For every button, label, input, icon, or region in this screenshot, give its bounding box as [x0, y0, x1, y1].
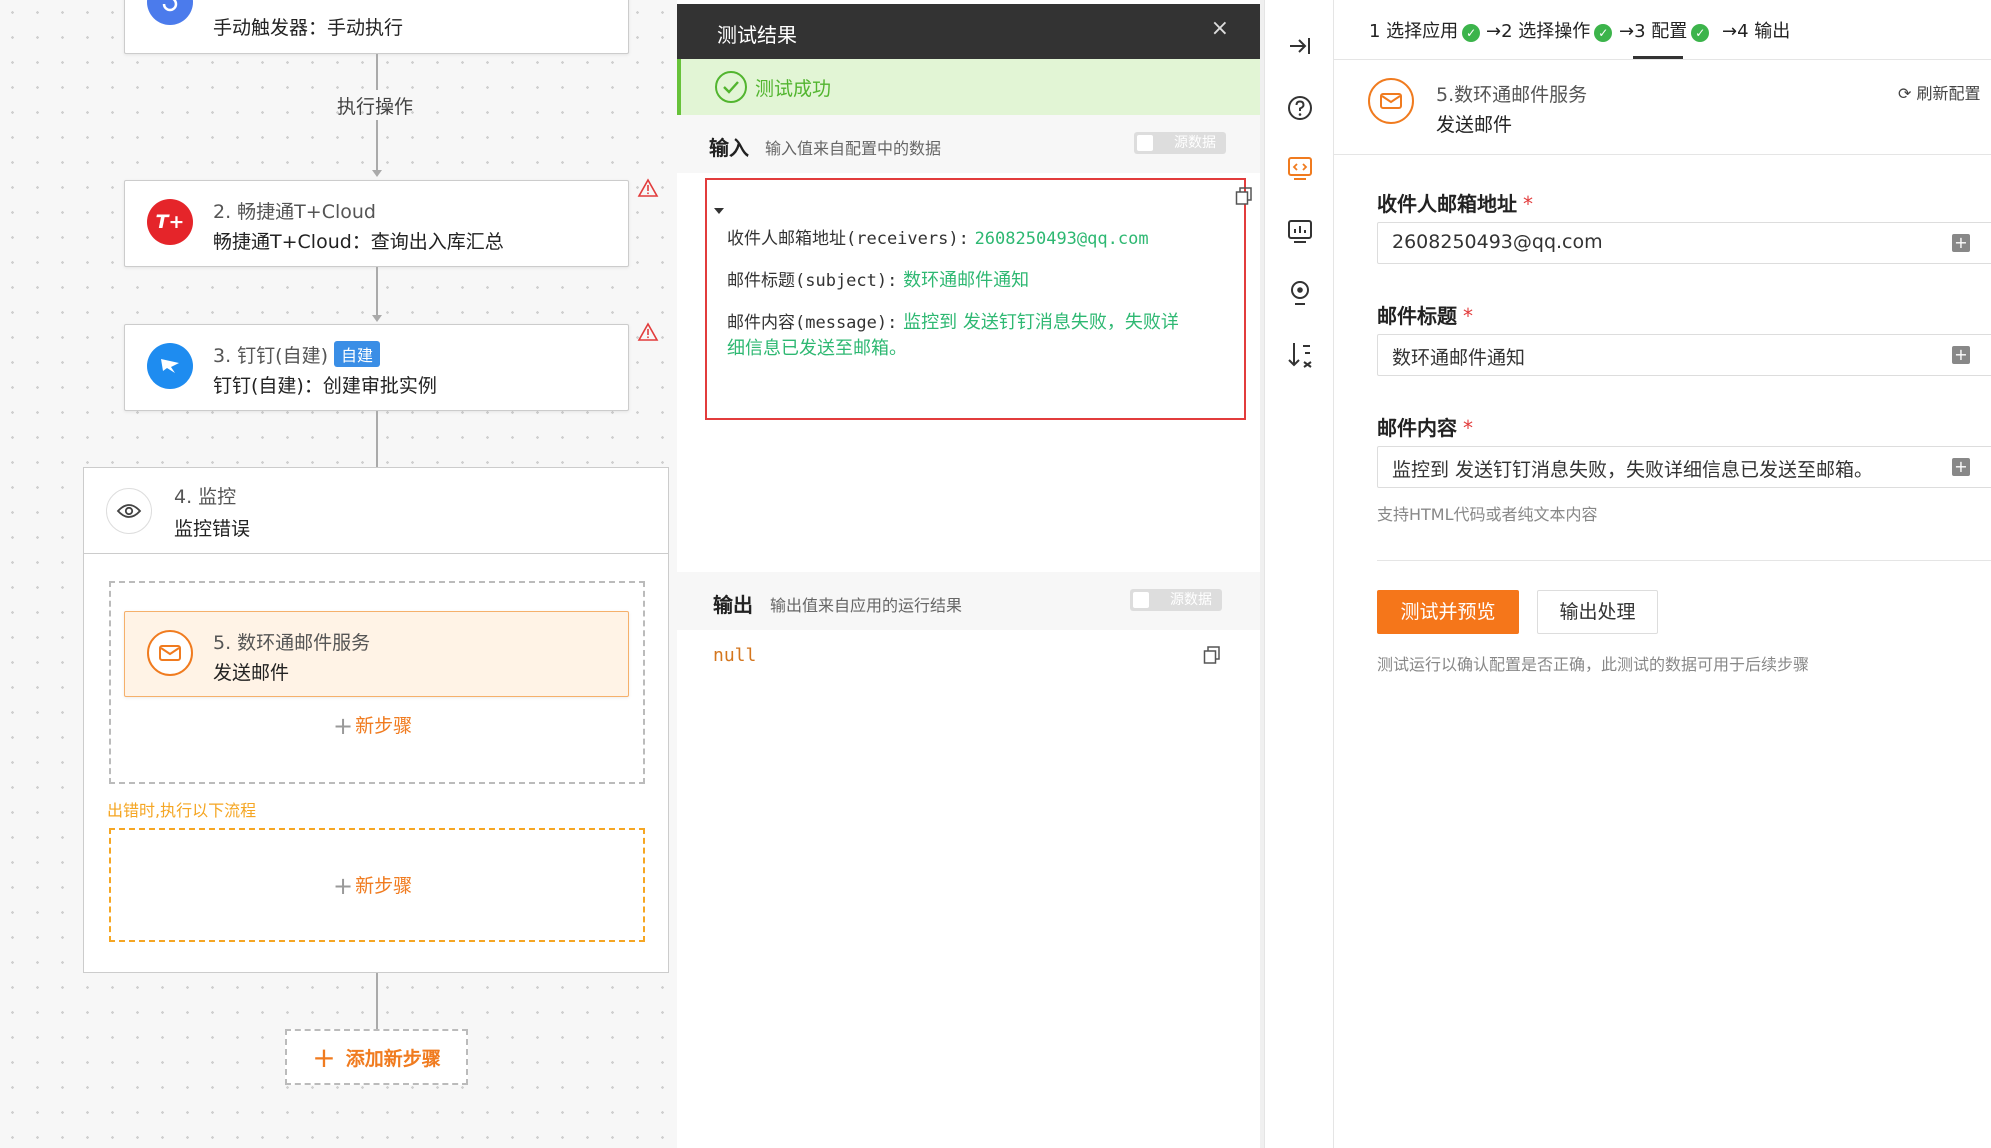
service-header: 5.数环通邮件服务 发送邮件 ⟳ 刷新配置	[1334, 60, 1991, 155]
input-row-message: 邮件内容(message): 监控到 发送钉钉消息失败，失败详	[727, 312, 1179, 333]
receivers-label: 收件人邮箱地址 *	[1377, 192, 1533, 216]
help-icon[interactable]	[1284, 92, 1316, 124]
copy-icon[interactable]	[1234, 186, 1254, 206]
success-text: 测试成功	[755, 78, 832, 100]
flow-node-monitor[interactable]: 4. 监控 监控错误	[84, 468, 668, 554]
node-title: 2. 畅捷通T+Cloud	[213, 201, 376, 223]
output-section-header: 输出 输出值来自应用的运行结果 源数据	[677, 572, 1260, 630]
code-icon[interactable]	[1284, 152, 1316, 184]
input-row-message-cont: 细信息已发送至邮箱。	[727, 338, 907, 359]
output-source-toggle[interactable]: 源数据	[1130, 589, 1222, 611]
node-title: 4. 监控	[174, 486, 237, 508]
exec-label: 执行操作	[337, 96, 414, 118]
insert-variable-icon[interactable]: +	[1952, 458, 1970, 476]
input-source-toggle[interactable]: 源数据	[1134, 132, 1226, 154]
check-icon: ✓	[1691, 24, 1710, 42]
test-hint: 测试运行以确认配置是否正确，此测试的数据可用于后续步骤	[1377, 655, 1810, 674]
new-step-error-button[interactable]: + 新步骤	[333, 871, 412, 900]
test-result-panel: 测试结果 × 测试成功 输入 输入值来自配置中的数据 源数据 收件人邮箱地址(r…	[677, 0, 1264, 1148]
node-title: 3. 钉钉(自建) 自建	[213, 341, 381, 368]
copy-icon[interactable]	[1202, 645, 1222, 665]
monitor-container: 4. 监控 监控错误 5. 数环通邮件服务 发送邮件 + 新步骤 + 新步骤	[83, 467, 669, 973]
plus-icon: +	[333, 872, 354, 900]
step-configure[interactable]: →3 配置 ✓	[1619, 17, 1710, 43]
node-desc: 手动触发器：手动执行	[213, 17, 404, 39]
close-icon[interactable]: ×	[1211, 16, 1229, 41]
success-banner: 测试成功	[677, 59, 1260, 115]
input-data-box: 收件人邮箱地址(receivers): 2608250493@qq.com 邮件…	[705, 178, 1252, 420]
output-subtitle: 输出值来自应用的运行结果	[770, 596, 963, 615]
collapse-triangle-icon[interactable]	[713, 206, 725, 216]
eye-icon	[106, 488, 152, 534]
node-desc: 钉钉(自建)：创建审批实例	[213, 375, 437, 397]
email-service-icon	[1368, 78, 1414, 124]
output-value: null	[713, 645, 757, 666]
input-subtitle: 输入值来自配置中的数据	[765, 139, 942, 158]
new-step-button[interactable]: + 新步骤	[333, 711, 412, 740]
node-desc: 监控错误	[174, 518, 251, 540]
trigger-icon	[147, 0, 193, 25]
flow-node-trigger[interactable]: 手动触发器：手动执行	[124, 0, 629, 54]
config-panel: 1 选择应用 ✓ →2 选择操作 ✓ →3 配置 ✓ →4 输出 5.数环通邮件服务 …	[1334, 0, 1991, 1148]
location-icon[interactable]	[1284, 277, 1316, 309]
test-preview-button[interactable]: 测试并预览	[1377, 590, 1519, 634]
chart-icon[interactable]	[1284, 215, 1316, 247]
plus-icon: +	[312, 1040, 336, 1074]
message-input[interactable]: 监控到 发送钉钉消息失败，失败详细信息已发送至邮箱。 +	[1377, 446, 1991, 488]
input-row-subject: 邮件标题(subject): 数环通邮件通知	[727, 270, 1030, 291]
active-step-indicator	[1633, 56, 1683, 59]
custom-tag: 自建	[334, 341, 381, 367]
node-title: 5. 数环通邮件服务	[213, 632, 371, 654]
message-hint: 支持HTML代码或者纯文本内容	[1377, 505, 1598, 524]
message-label: 邮件内容 *	[1377, 416, 1473, 440]
result-header: 测试结果 ×	[677, 4, 1264, 59]
node-desc: 畅捷通T+Cloud：查询出入库汇总	[213, 231, 504, 253]
step-select-action[interactable]: →2 选择操作 ✓	[1486, 17, 1613, 43]
subject-input[interactable]: 数环通邮件通知 +	[1377, 334, 1991, 376]
warning-icon[interactable]	[637, 322, 659, 342]
input-section-header: 输入 输入值来自配置中的数据 源数据	[677, 115, 1260, 173]
error-branch-label: 出错时,执行以下流程	[107, 801, 257, 820]
warning-icon[interactable]	[637, 178, 659, 198]
add-step-button[interactable]: + 添加新步骤	[285, 1029, 468, 1085]
email-logo-icon	[147, 630, 193, 676]
flow-node-email[interactable]: 5. 数环通邮件服务 发送邮件	[124, 611, 629, 697]
service-action: 发送邮件	[1436, 114, 1513, 136]
step-output[interactable]: →4 输出	[1722, 17, 1790, 43]
collapse-right-icon[interactable]	[1284, 30, 1316, 62]
plus-icon: +	[333, 712, 354, 740]
refresh-config-button[interactable]: ⟳ 刷新配置	[1898, 80, 1981, 104]
subject-label: 邮件标题 *	[1377, 304, 1473, 328]
service-name: 5.数环通邮件服务	[1436, 84, 1588, 106]
side-icon-strip	[1264, 0, 1334, 1148]
tplus-logo-icon: T+	[147, 199, 193, 245]
receivers-input[interactable]: 2608250493@qq.com +	[1377, 222, 1991, 264]
node-desc: 发送邮件	[213, 662, 290, 684]
check-icon: ✓	[1462, 24, 1481, 42]
divider	[1377, 560, 1991, 561]
flow-canvas[interactable]: 手动触发器：手动执行 执行操作 T+ 2. 畅捷通T+Cloud 畅捷通T+Cl…	[0, 0, 677, 1148]
insert-variable-icon[interactable]: +	[1952, 346, 1970, 364]
step-select-app[interactable]: 1 选择应用 ✓	[1369, 17, 1481, 43]
flow-node-dingtalk[interactable]: 3. 钉钉(自建) 自建 钉钉(自建)：创建审批实例	[124, 324, 629, 411]
output-heading: 输出	[713, 593, 753, 617]
sort-icon[interactable]	[1284, 339, 1316, 371]
insert-variable-icon[interactable]: +	[1952, 234, 1970, 252]
steps-bar: 1 选择应用 ✓ →2 选择操作 ✓ →3 配置 ✓ →4 输出	[1334, 0, 1991, 60]
input-heading: 输入	[709, 136, 749, 160]
dingtalk-logo-icon	[147, 343, 193, 389]
refresh-icon: ⟳	[1898, 84, 1912, 103]
output-process-button[interactable]: 输出处理	[1537, 590, 1658, 634]
check-icon: ✓	[1594, 24, 1613, 42]
input-row-receivers: 收件人邮箱地址(receivers): 2608250493@qq.com	[727, 229, 1149, 249]
check-circle-icon	[715, 71, 747, 103]
flow-node-tplus[interactable]: T+ 2. 畅捷通T+Cloud 畅捷通T+Cloud：查询出入库汇总	[124, 180, 629, 267]
result-title: 测试结果	[717, 23, 797, 47]
